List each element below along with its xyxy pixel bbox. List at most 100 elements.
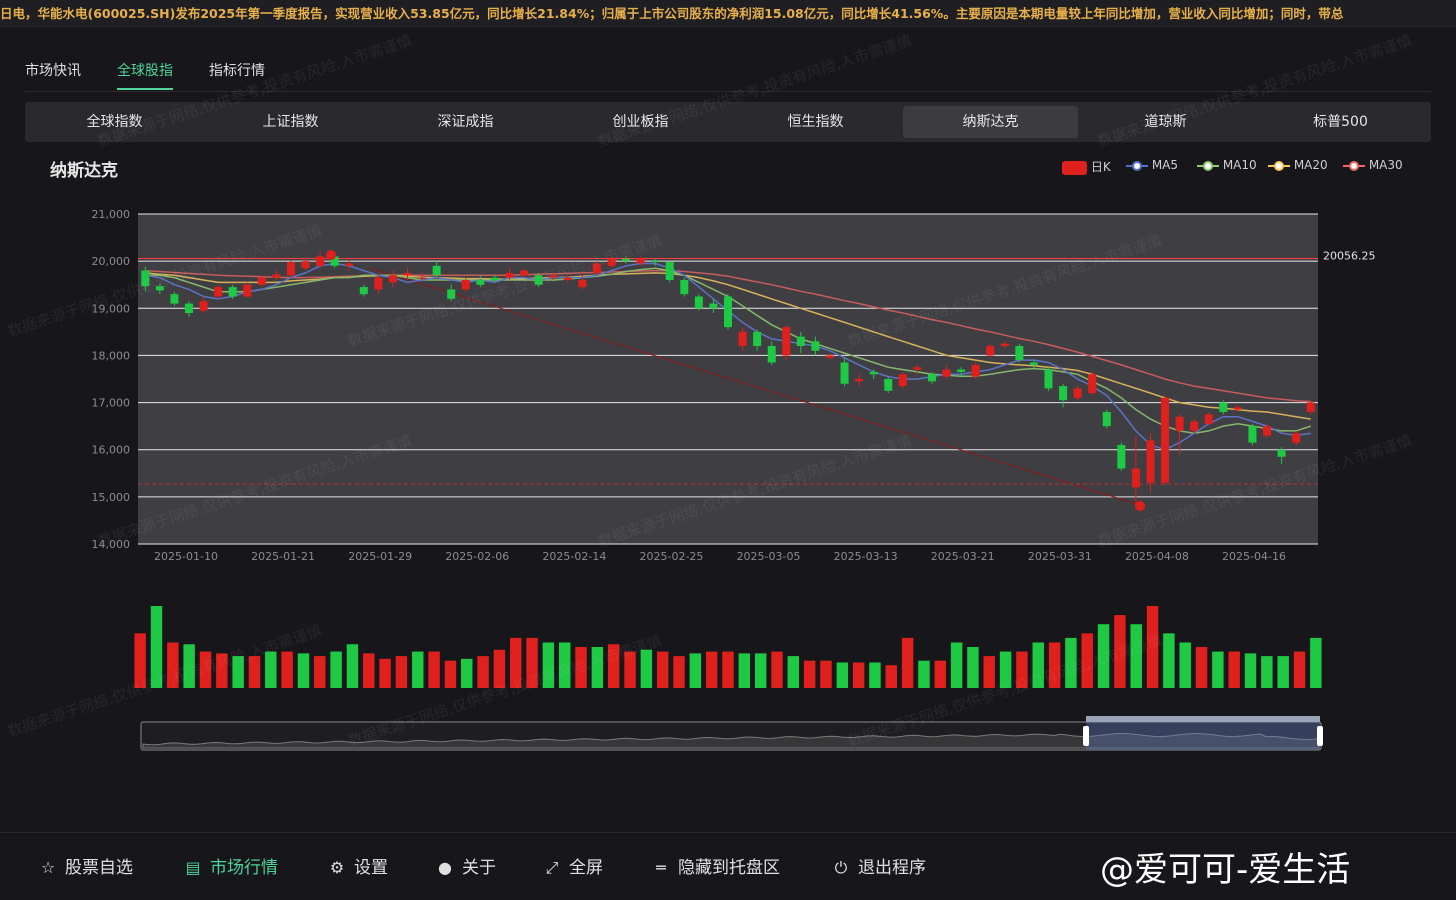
volume-bar xyxy=(1179,642,1191,688)
app-window: 日电，华能水电(600025.SH)发布2025年第一季度报告，实现营业收入53… xyxy=(0,0,1456,900)
candle-body xyxy=(592,263,601,273)
nav-about-label: 关于 xyxy=(462,858,496,878)
candle-body xyxy=(767,346,776,363)
nav-settings-label: 设置 xyxy=(354,858,388,878)
candle-body xyxy=(680,280,689,295)
volume-bar xyxy=(412,651,424,688)
candle xyxy=(1161,395,1170,486)
x-tick-label: 2025-03-13 xyxy=(834,550,898,563)
github-icon: ● xyxy=(438,858,452,877)
nav-hide-to-tray[interactable]: ═ 隐藏到托盘区 xyxy=(650,853,780,878)
zoom-selection-top-bar[interactable] xyxy=(1086,716,1320,722)
star-icon: ☆ xyxy=(40,858,56,877)
candle-body xyxy=(1248,426,1257,443)
y-axis: 21,000 20,000 19,000 18,000 17,000 16,000 15,0… xyxy=(92,208,131,551)
candle-body xyxy=(782,327,791,356)
volume-bar xyxy=(1065,637,1077,688)
candle-body xyxy=(1131,468,1140,488)
nav-settings[interactable]: ⚙ 设置 xyxy=(326,853,388,878)
zoom-handle-right[interactable] xyxy=(1317,726,1323,746)
candle-body xyxy=(1015,346,1024,361)
candle-body xyxy=(403,272,412,276)
y-tick-label: 21,000 xyxy=(92,208,131,221)
candle-body xyxy=(884,379,893,391)
candle-body xyxy=(563,277,572,280)
candle-body xyxy=(1000,343,1009,346)
volume-bar xyxy=(379,658,391,688)
candle-body xyxy=(199,301,208,311)
chart-doc-icon: ▤ xyxy=(185,858,201,877)
data-zoom-slider[interactable] xyxy=(140,716,1323,751)
y-tick-label: 20,000 xyxy=(92,255,131,268)
brand-watermark: @爱可可-爱生活 xyxy=(1100,850,1351,890)
volume-bar xyxy=(216,653,228,688)
volume-bar xyxy=(689,653,702,688)
minus-icon: ═ xyxy=(656,858,666,877)
volume-bar xyxy=(656,651,669,688)
volume-bar xyxy=(852,662,865,688)
nav-market[interactable]: ▤ 市场行情 xyxy=(182,853,278,878)
y-tick-label: 16,000 xyxy=(92,444,131,457)
candle xyxy=(898,371,907,389)
candle-body xyxy=(1219,402,1228,412)
volume-bar xyxy=(1097,624,1110,688)
candle-body xyxy=(141,270,150,287)
candle-body xyxy=(1292,433,1301,443)
candle-body xyxy=(170,294,179,304)
candle-body xyxy=(549,275,558,278)
volume-bar xyxy=(542,642,555,688)
candle-body xyxy=(986,346,995,356)
candle xyxy=(1015,343,1024,363)
volume-bar xyxy=(526,637,538,688)
volume-bar xyxy=(575,647,587,688)
candle xyxy=(971,362,980,379)
volume-bar xyxy=(493,649,506,688)
volume-bar xyxy=(150,606,163,688)
volume-bar xyxy=(869,662,881,688)
volume-bar xyxy=(918,660,930,688)
candle xyxy=(1088,371,1097,396)
volume-bar xyxy=(1261,656,1273,688)
zoom-handle-left[interactable] xyxy=(1083,726,1089,746)
nav-exit[interactable]: ⏻ 退出程序 xyxy=(830,853,926,878)
x-tick-label: 2025-04-08 xyxy=(1125,550,1189,563)
volume-bar xyxy=(558,642,571,688)
candle-body xyxy=(709,303,718,309)
volume-bar xyxy=(1130,624,1142,688)
candle-body xyxy=(286,262,295,276)
candle-body xyxy=(1073,388,1082,398)
candle-body xyxy=(432,265,441,276)
nav-about[interactable]: ● 关于 xyxy=(434,853,496,878)
volume-bar xyxy=(297,653,310,688)
volume-bar xyxy=(346,644,359,688)
candle-body xyxy=(796,336,805,346)
nav-watchlist-label: 股票自选 xyxy=(65,858,133,878)
candle-body xyxy=(1277,449,1286,457)
volume-bar xyxy=(395,656,408,688)
candle xyxy=(1117,442,1126,471)
x-tick-label: 2025-03-31 xyxy=(1028,550,1092,563)
volume-bar xyxy=(640,649,653,688)
zoom-selection[interactable] xyxy=(1086,722,1320,750)
volume-bar xyxy=(1244,653,1257,688)
candle-body xyxy=(214,287,223,297)
candle-body xyxy=(316,256,325,266)
volume-bar xyxy=(461,658,473,688)
candle xyxy=(694,294,703,311)
candle-body xyxy=(1306,402,1315,412)
nav-fullscreen[interactable]: ⤢ 全屏 xyxy=(541,853,603,878)
volume-bar xyxy=(1310,637,1322,688)
y-tick-label: 18,000 xyxy=(92,349,131,362)
candle-body xyxy=(651,261,660,263)
candle-body xyxy=(520,270,529,276)
nav-watchlist[interactable]: ☆ 股票自选 xyxy=(37,853,133,878)
x-tick-label: 2025-01-29 xyxy=(348,550,412,563)
candle-body xyxy=(927,374,936,382)
candle-body xyxy=(301,261,310,269)
volume-bar xyxy=(281,651,293,688)
volume-bar xyxy=(950,642,963,688)
y-tick-label: 17,000 xyxy=(92,397,131,410)
candle-body xyxy=(257,277,266,285)
kline-chart[interactable]: 21,000 20,000 19,000 18,000 17,000 16,000 15,0… xyxy=(0,0,1456,830)
candle-body xyxy=(723,296,733,328)
